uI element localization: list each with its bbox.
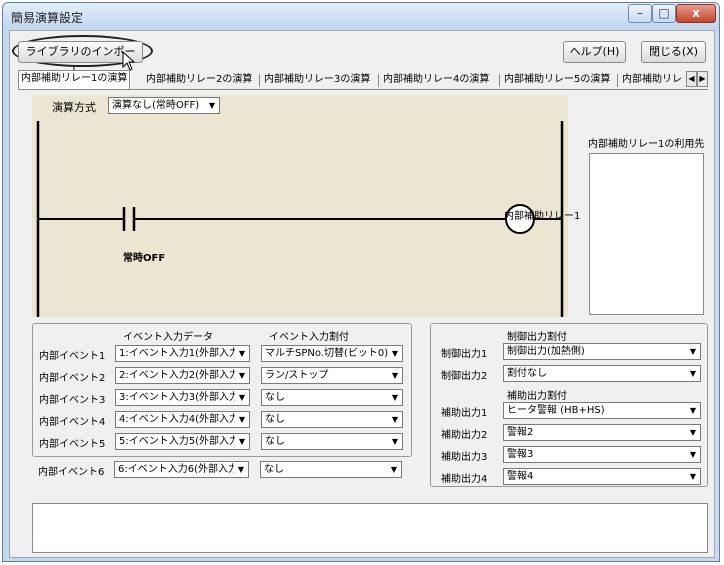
usage-label: 内部補助リレー1の利用先 — [588, 139, 705, 150]
tab-scroll-right-icon[interactable]: ▶ — [697, 71, 708, 87]
chevron-down-icon: ▼ — [235, 346, 249, 361]
mouse-cursor-icon — [122, 51, 136, 71]
event-assign-select[interactable]: マルチSPNo.切替(ビット0) ▼ — [261, 345, 403, 362]
event-assign-select[interactable]: なし ▼ — [260, 461, 402, 478]
event-row-label: 内部イベント5 — [39, 439, 106, 450]
aux-output-select[interactable]: ヒータ警報 (HB+HS) ▼ — [503, 402, 701, 419]
output-row-label: 制御出力1 — [441, 349, 488, 360]
chevron-down-icon: ▼ — [388, 346, 402, 361]
ladder-lines — [36, 121, 564, 317]
chevron-down-icon: ▼ — [387, 462, 401, 477]
dialog-client: ライブラリのインポート... ヘルプ(H) 閉じる(X) 内部補助リレー1の演算… — [9, 30, 715, 558]
tab-scroll-arrows: ◀ ▶ — [686, 71, 708, 87]
calc-method-label: 演算方式 — [52, 101, 96, 114]
chevron-down-icon: ▼ — [235, 412, 249, 427]
output-row-label: 補助出力2 — [441, 430, 488, 441]
event-assign-select[interactable]: なし ▼ — [261, 433, 403, 450]
minimize-button[interactable]: – — [628, 4, 652, 23]
event-data-select[interactable]: 1:イベント入力1(外部入力) ▼ — [115, 345, 250, 362]
event-row-label: 内部イベント4 — [39, 417, 106, 428]
aux-output-header: 補助出力割付 — [507, 391, 567, 402]
event-data-select[interactable]: 5:イベント入力5(外部入力) ▼ — [115, 433, 250, 450]
chevron-down-icon: ▼ — [686, 447, 700, 462]
tab-relay-4[interactable]: 内部補助リレー4の演算 — [381, 72, 491, 89]
aux-output-select[interactable]: 警報4 ▼ — [503, 468, 701, 485]
aux-output-select[interactable]: 警報2 ▼ — [503, 424, 701, 441]
app-window: 簡易演算設定 – □ x ライブラリのインポート... ヘルプ(H) 閉じる(X… — [2, 2, 720, 562]
event-row-label: 内部イベント6 — [38, 467, 105, 478]
chevron-down-icon: ▼ — [686, 469, 700, 484]
chevron-down-icon: ▼ — [686, 425, 700, 440]
control-output-header: 制御出力割付 — [507, 332, 567, 343]
window-close-button[interactable]: x — [676, 4, 716, 23]
event-data-header: イベント入力データ — [123, 332, 213, 343]
tab-panel: 演算方式 演算なし(常時OFF) ▼ 内部補助リレー1 常時OFF 内部補助リレ… — [18, 91, 708, 321]
output-row-label: 補助出力1 — [441, 408, 488, 419]
output-row-label: 制御出力2 — [441, 371, 488, 382]
window-title: 簡易演算設定 — [11, 11, 84, 25]
tab-relay-2[interactable]: 内部補助リレー2の演算 — [144, 72, 254, 89]
event-assign-select[interactable]: なし ▼ — [261, 411, 403, 428]
message-box — [32, 503, 708, 553]
event-data-select[interactable]: 3:イベント入力3(外部入力) ▼ — [115, 389, 250, 406]
close-button[interactable]: 閉じる(X) — [641, 41, 706, 63]
tab-relay-1[interactable]: 内部補助リレー1の演算 — [18, 70, 131, 89]
event-assign-select[interactable]: なし ▼ — [261, 389, 403, 406]
chevron-down-icon: ▼ — [388, 434, 402, 449]
tab-relay-5[interactable]: 内部補助リレー5の演算 — [502, 72, 612, 89]
contact-label: 常時OFF — [123, 253, 166, 264]
event-row-label: 内部イベント2 — [39, 373, 106, 384]
calc-method-select[interactable]: 演算なし(常時OFF) ▼ — [108, 97, 220, 114]
chevron-down-icon: ▼ — [388, 412, 402, 427]
chevron-down-icon: ▼ — [235, 434, 249, 449]
chevron-down-icon: ▼ — [234, 462, 248, 477]
calc-method-value: 演算なし(常時OFF) — [112, 100, 200, 111]
chevron-down-icon: ▼ — [205, 98, 219, 113]
tab-separator — [378, 74, 379, 87]
chevron-down-icon: ▼ — [235, 390, 249, 405]
title-bar: 簡易演算設定 – □ x — [3, 3, 719, 29]
maximize-button[interactable]: □ — [652, 4, 676, 23]
chevron-down-icon: ▼ — [686, 403, 700, 418]
usage-list[interactable] — [589, 153, 704, 315]
tab-relay-3[interactable]: 内部補助リレー3の演算 — [262, 72, 372, 89]
control-output-select[interactable]: 制御出力(加熱側) ▼ — [503, 343, 701, 360]
event-data-select[interactable]: 6:イベント入力6(外部入力) ▼ — [114, 461, 249, 478]
tab-relay-6[interactable]: 内部補助リレ — [620, 72, 684, 89]
output-row-label: 補助出力3 — [441, 452, 488, 463]
event-row-label: 内部イベント1 — [39, 351, 106, 362]
chevron-down-icon: ▼ — [388, 390, 402, 405]
event-row-label: 内部イベント3 — [39, 395, 106, 406]
output-row-label: 補助出力4 — [441, 474, 488, 485]
chevron-down-icon: ▼ — [686, 344, 700, 359]
event-data-select[interactable]: 2:イベント入力2(外部入力) ▼ — [115, 367, 250, 384]
event-data-select[interactable]: 4:イベント入力4(外部入力) ▼ — [115, 411, 250, 428]
event-assign-header: イベント入力割付 — [269, 332, 349, 343]
control-output-select[interactable]: 割付なし ▼ — [503, 365, 701, 382]
tab-strip: 内部補助リレー1の演算 内部補助リレー2の演算 内部補助リレー3の演算 内部補助… — [18, 70, 708, 90]
chevron-down-icon: ▼ — [235, 368, 249, 383]
tab-separator — [259, 74, 260, 87]
chevron-down-icon: ▼ — [388, 368, 402, 383]
event-assign-select[interactable]: ラン/ストップ ▼ — [261, 367, 403, 384]
tab-scroll-left-icon[interactable]: ◀ — [686, 71, 697, 87]
help-button[interactable]: ヘルプ(H) — [563, 41, 626, 63]
coil-label: 内部補助リレー1 — [504, 211, 581, 222]
output-group: 制御出力割付 制御出力1 制御出力(加熱側) ▼ 制御出力2 割付なし ▼ 補助出力… — [430, 323, 708, 487]
event-input-group: イベント入力データ イベント入力割付 内部イベント1 1:イベント入力1(外部入… — [32, 323, 412, 457]
tab-separator — [617, 74, 618, 87]
chevron-down-icon: ▼ — [686, 366, 700, 381]
aux-output-select[interactable]: 警報3 ▼ — [503, 446, 701, 463]
tab-separator — [499, 74, 500, 87]
